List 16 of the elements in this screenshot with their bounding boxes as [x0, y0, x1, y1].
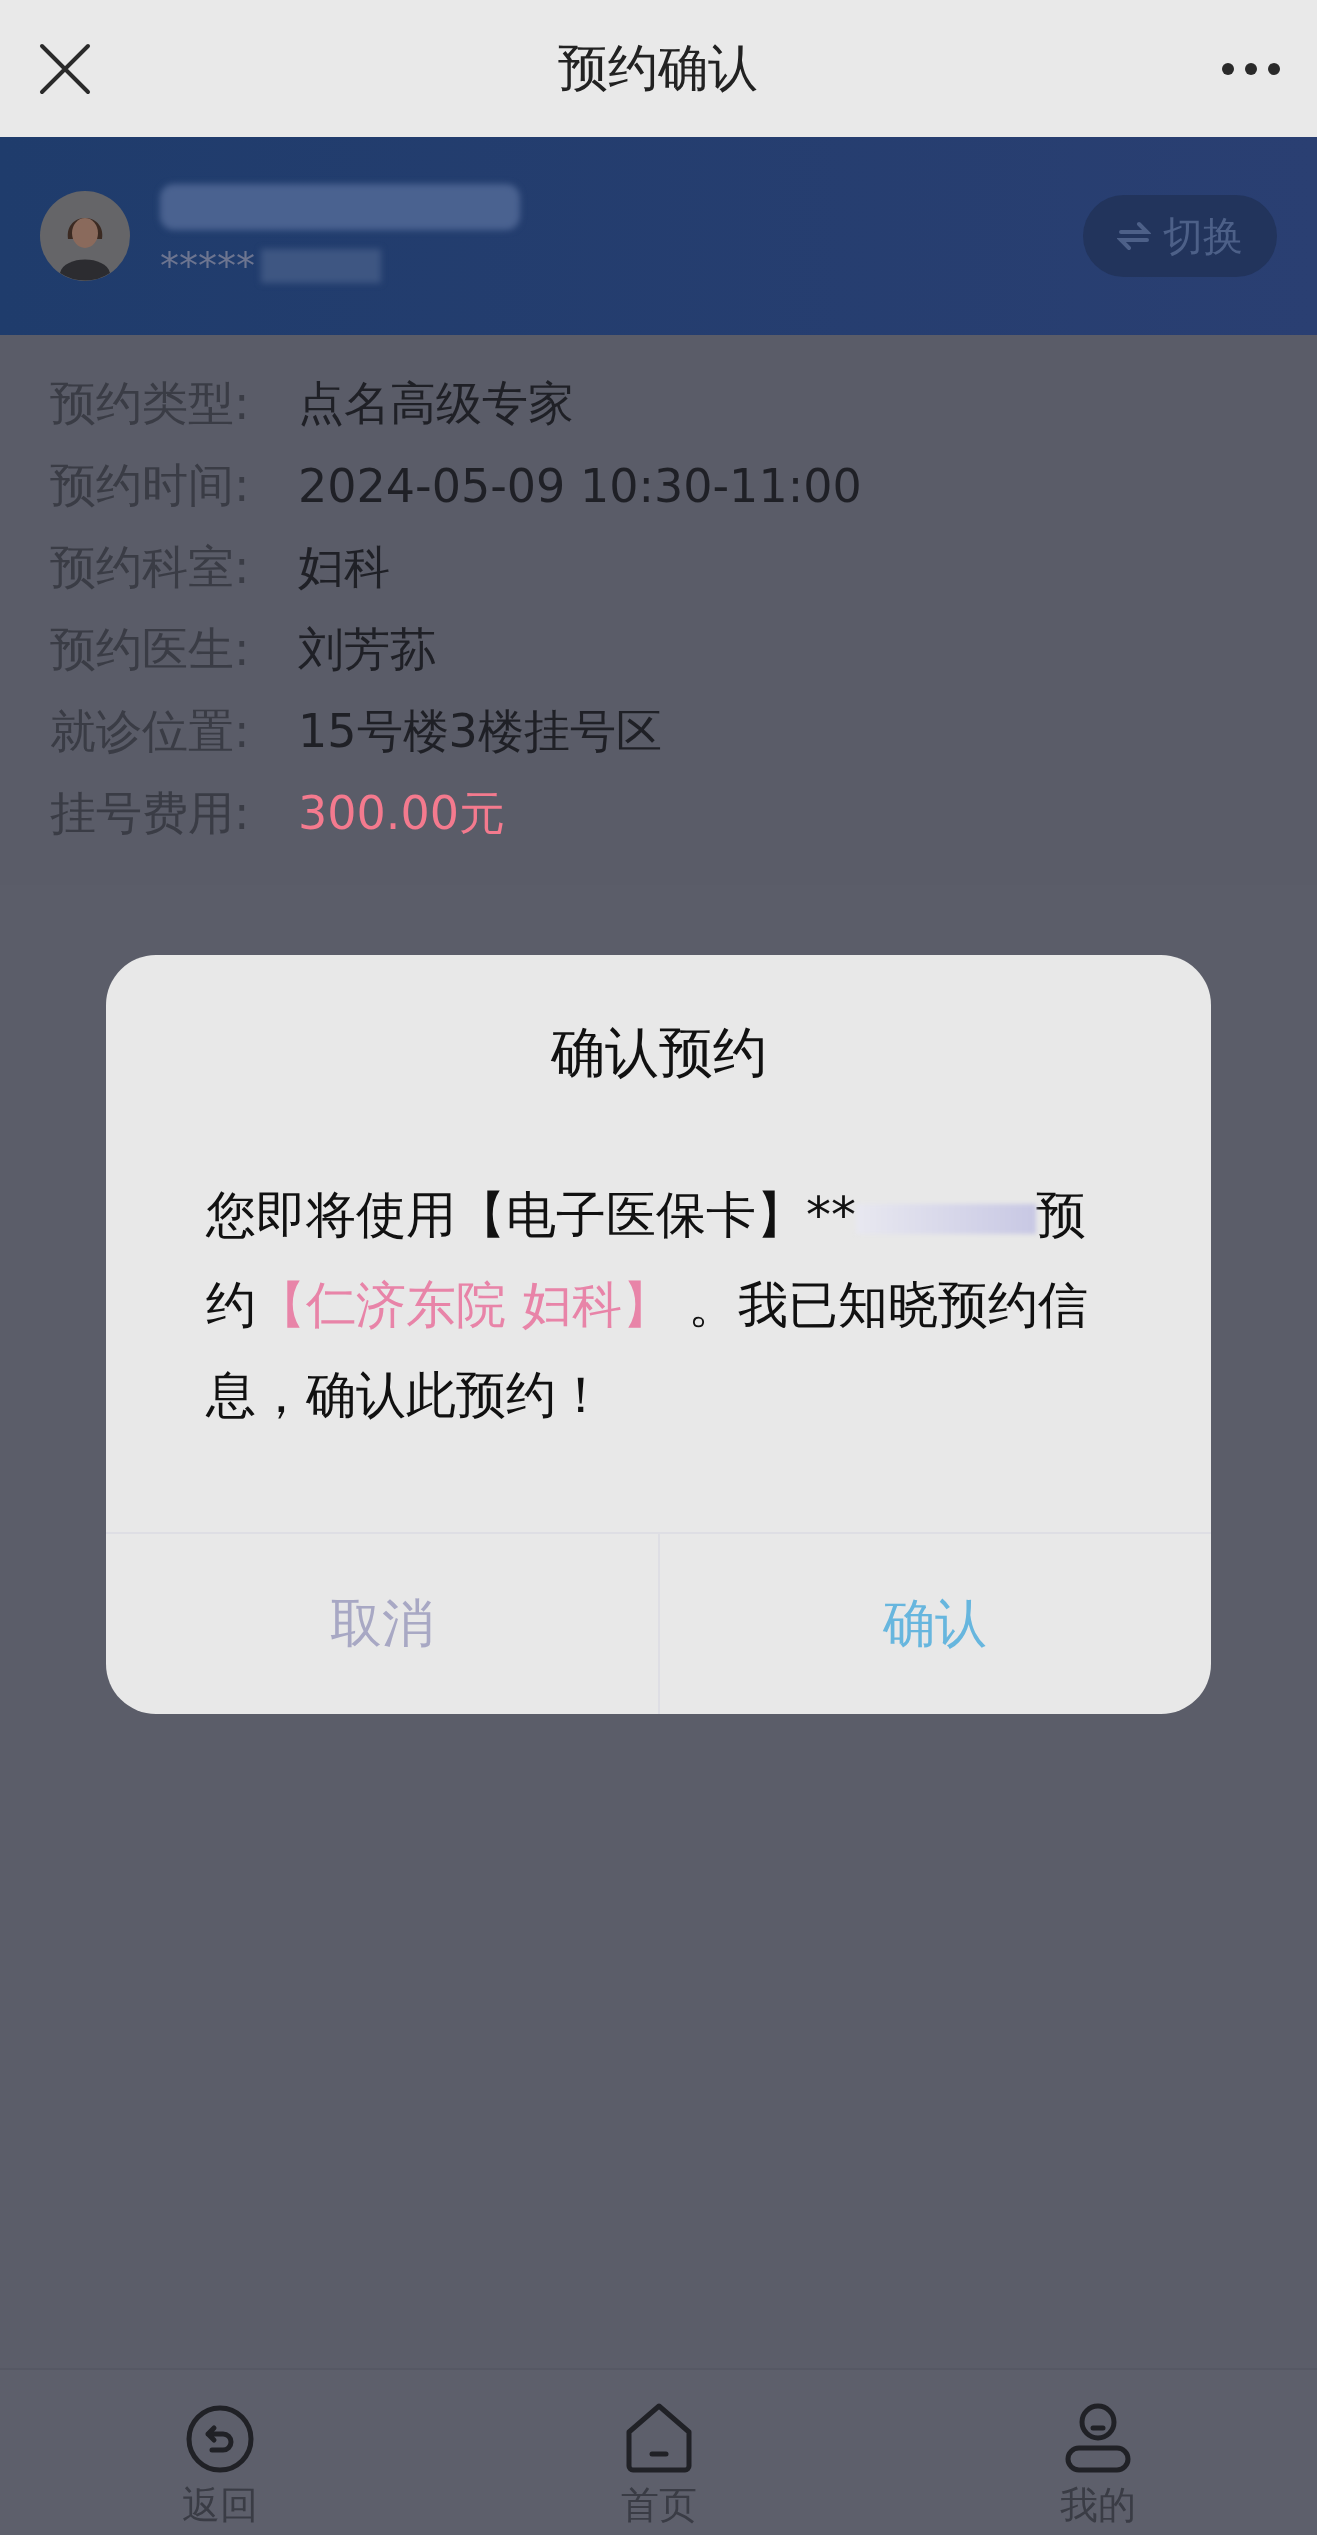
back-icon — [184, 2404, 255, 2474]
masked-id: ***** — [160, 244, 255, 288]
page-title: 预约确认 — [557, 38, 758, 99]
more-icon[interactable] — [1221, 61, 1281, 76]
detail-value: 点名高级专家 — [298, 375, 574, 432]
confirm-button[interactable]: 确认 — [657, 1534, 1211, 1714]
detail-value: 2024-05-09 10:30-11:00 — [298, 459, 862, 513]
detail-value: 刘芳荪 — [298, 621, 436, 678]
dialog-title: 确认预约 — [550, 1021, 767, 1084]
swap-icon — [1117, 221, 1151, 251]
detail-value: 15号楼3楼挂号区 — [298, 703, 662, 760]
cancel-button[interactable]: 取消 — [106, 1534, 658, 1714]
detail-value: 300.00元 — [298, 785, 505, 842]
avatar-icon — [40, 191, 130, 281]
detail-value: 妇科 — [298, 539, 390, 596]
dialog-message: 您即将使用【电子医保卡】** 预约【仁济东院 妇科】 。我已知晓预约信息，确认此预约！ — [204, 1185, 1089, 1426]
